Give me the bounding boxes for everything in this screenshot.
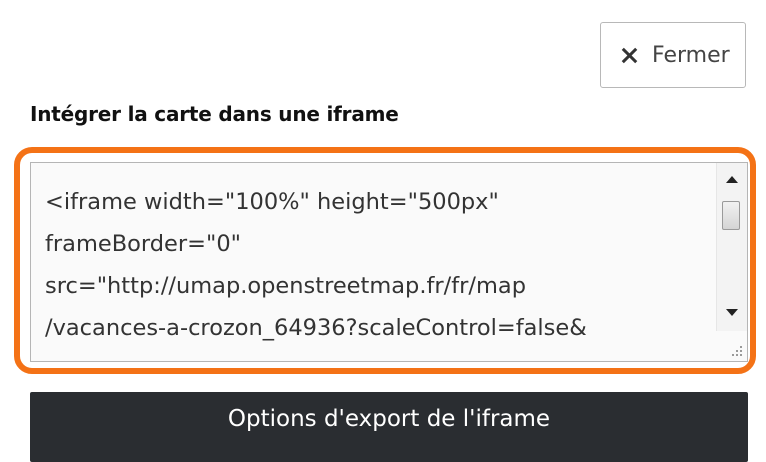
code-line-4: /vacances-a-crozon_64936?scaleControl=fa… (45, 315, 587, 341)
scroll-down-arrow-icon[interactable] (726, 309, 738, 316)
scroll-up-arrow-icon[interactable] (726, 176, 738, 183)
export-options-label: Options d'export de l'iframe (227, 406, 551, 432)
embed-code-text[interactable]: <iframe width="100%" height="500px" fram… (45, 181, 705, 349)
code-line-2: frameBorder="0" (45, 231, 242, 257)
iframe-export-options-button[interactable]: Options d'export de l'iframe (30, 392, 748, 462)
embed-code-textarea[interactable]: <iframe width="100%" height="500px" fram… (30, 162, 748, 362)
code-line-1: <iframe width="100%" height="500px" (45, 189, 499, 215)
close-button-label: Fermer (652, 42, 730, 68)
embed-section-title: Intégrer la carte dans une iframe (30, 102, 399, 126)
close-button[interactable]: Fermer (600, 22, 746, 88)
scroll-thumb[interactable] (722, 201, 740, 230)
close-icon (621, 47, 638, 64)
textarea-scrollbar[interactable] (716, 163, 747, 331)
code-line-3: src="http://umap.openstreetmap.fr/fr/map (45, 273, 526, 299)
resize-grip-icon[interactable] (729, 343, 743, 357)
